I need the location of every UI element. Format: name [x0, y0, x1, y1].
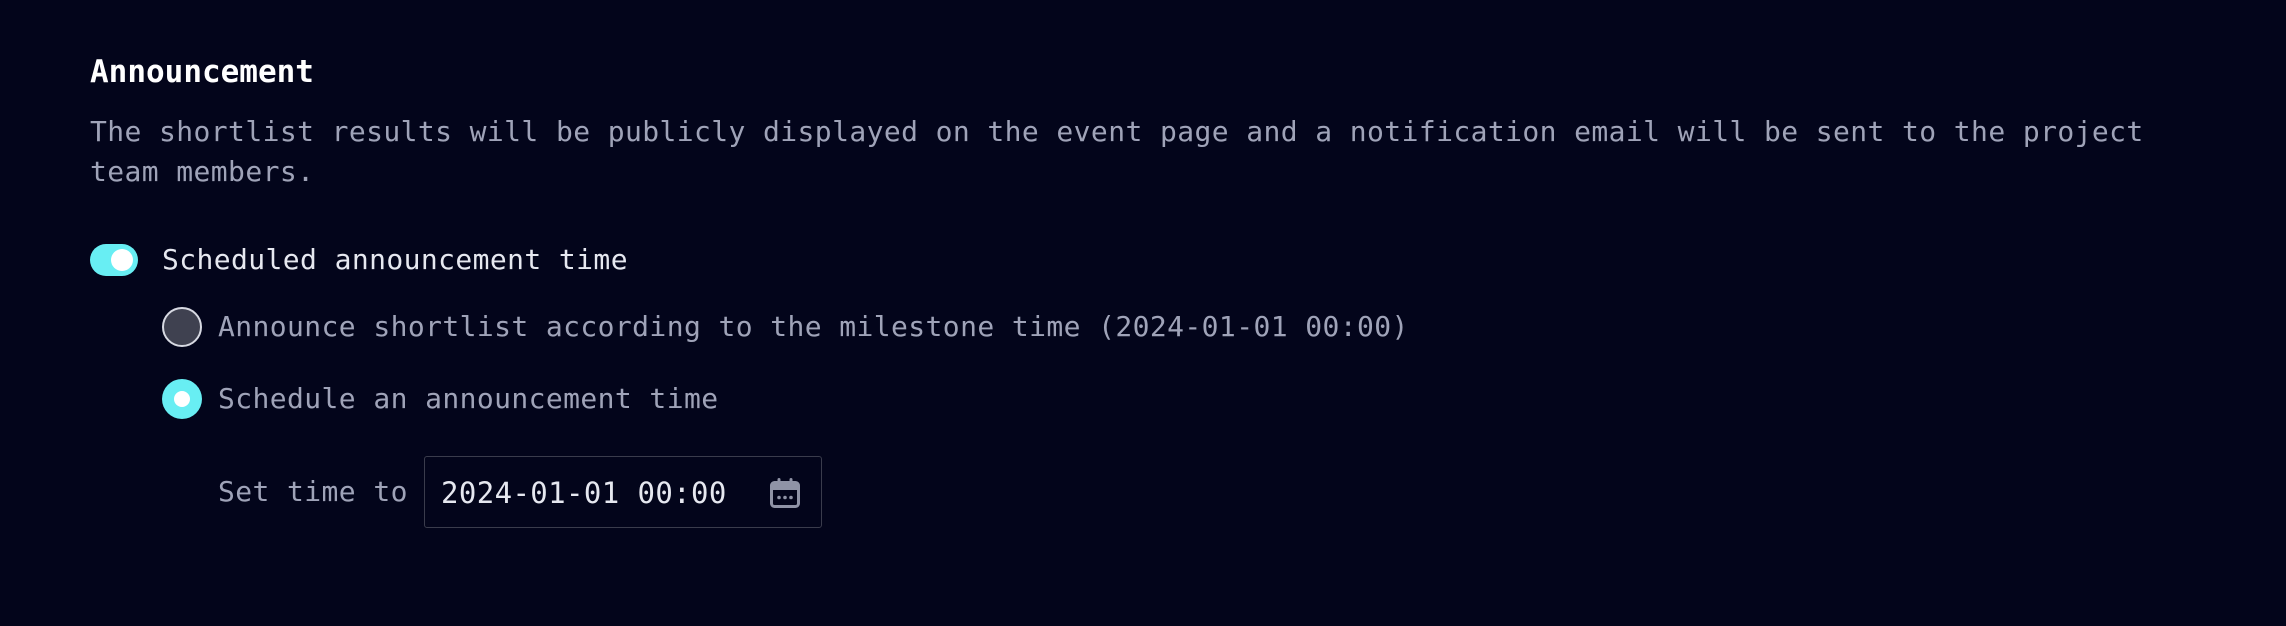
calendar-icon[interactable] [767, 475, 803, 511]
scheduled-announcement-label: Scheduled announcement time [162, 243, 628, 276]
section-description: The shortlist results will be publicly d… [90, 115, 2144, 188]
announcement-datetime-field[interactable]: 2024-01-01 00:00 [424, 456, 822, 528]
announcement-section: Announcement The shortlist results will … [90, 0, 2220, 626]
radio-option-schedule[interactable]: Schedule an announcement time [162, 379, 718, 419]
radio-button-schedule[interactable] [162, 379, 202, 419]
radio-option-milestone[interactable]: Announce shortlist according to the mile… [162, 307, 1409, 347]
radio-button-milestone[interactable] [162, 307, 202, 347]
section-title: Announcement [90, 54, 314, 90]
datetime-value[interactable]: 2024-01-01 00:00 [441, 473, 727, 513]
radio-label-schedule: Schedule an announcement time [218, 382, 719, 415]
toggle-knob [111, 249, 133, 271]
radio-label-milestone: Announce shortlist according to the mile… [218, 310, 1409, 343]
set-time-label: Set time to [218, 475, 408, 508]
radio-selected-dot [174, 391, 190, 407]
scheduled-announcement-toggle[interactable] [90, 244, 138, 276]
